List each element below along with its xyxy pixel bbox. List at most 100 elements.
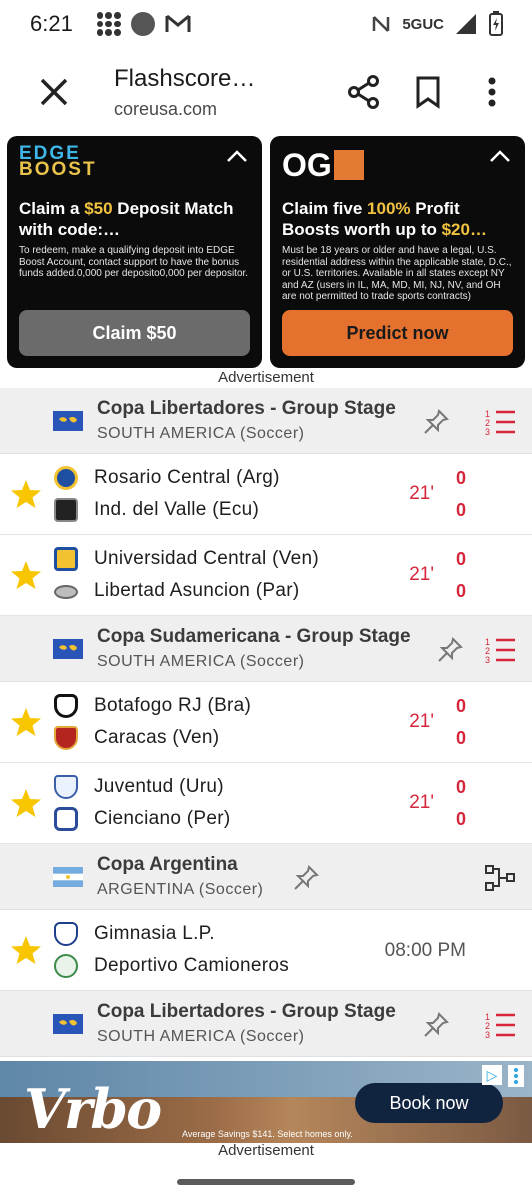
- battery-icon: [489, 11, 503, 36]
- og-chart-icon: [333, 150, 364, 180]
- status-bar: 6:21 5GUC: [0, 0, 532, 48]
- team-crest-icon: [54, 694, 78, 718]
- bookmark-button[interactable]: [406, 70, 450, 114]
- league-header[interactable]: Copa Sudamericana - Group Stage SOUTH AM…: [0, 616, 532, 682]
- favorite-star-icon[interactable]: [10, 559, 42, 591]
- home-score: 0: [455, 549, 466, 569]
- more-menu-button[interactable]: [470, 70, 514, 114]
- svg-text:3: 3: [485, 1030, 490, 1040]
- away-team: Cienciano (Per): [94, 808, 231, 829]
- away-team: Libertad Asuncion (Par): [94, 580, 300, 601]
- adchoices-icon[interactable]: ▷: [482, 1065, 502, 1085]
- og-ad[interactable]: OG Claim five 100% Profit Boosts worth u…: [270, 136, 525, 368]
- home-team: Rosario Central (Arg): [94, 467, 280, 488]
- favorite-star-icon[interactable]: [10, 478, 42, 510]
- close-icon[interactable]: [38, 76, 70, 108]
- away-team: Ind. del Valle (Ecu): [94, 499, 260, 520]
- league-header[interactable]: Copa Argentina ARGENTINA (Soccer): [0, 844, 532, 910]
- league-country: SOUTH AMERICA (Soccer): [97, 1028, 305, 1045]
- ad-fine-print: Must be 18 years or older and have a leg…: [282, 245, 512, 302]
- team-crest-icon: [54, 922, 78, 946]
- home-score: 0: [455, 696, 466, 716]
- team-crest-icon: [54, 775, 78, 799]
- og-logo: OG: [282, 146, 364, 184]
- team-crest-icon: [54, 585, 78, 599]
- standings-icon[interactable]: 123: [484, 1009, 516, 1041]
- vrbo-logo: Vrbo: [24, 1077, 162, 1141]
- home-team: Gimnasia L.P.: [94, 923, 215, 944]
- svg-text:3: 3: [485, 655, 490, 665]
- match-row[interactable]: Juventud (Uru) Cienciano (Per) 21' 0 0: [0, 763, 532, 844]
- away-score: 0: [455, 500, 466, 520]
- gmail-icon: [165, 14, 191, 32]
- league-header[interactable]: Copa Libertadores - Group Stage SOUTH AM…: [0, 388, 532, 454]
- svg-text:3: 3: [485, 427, 490, 437]
- browser-toolbar: Flashscore… coreusa.com: [0, 48, 532, 136]
- match-minute: 21': [409, 792, 434, 813]
- home-score: 0: [455, 468, 466, 488]
- nfc-icon: [373, 16, 390, 32]
- ad-fine-print: To redeem, make a qualifying deposit int…: [19, 245, 249, 279]
- edge-boost-logo: EDGE BOOST: [19, 143, 97, 180]
- south-america-flag-icon: [53, 411, 83, 431]
- page-title-block[interactable]: Flashscore… coreusa.com: [114, 65, 322, 120]
- home-team: Botafogo RJ (Bra): [94, 695, 252, 716]
- favorite-star-icon[interactable]: [10, 934, 42, 966]
- kickoff-time: 08:00 PM: [384, 940, 466, 961]
- match-row[interactable]: Universidad Central (Ven) Libertad Asunc…: [0, 535, 532, 616]
- pin-icon[interactable]: [436, 636, 464, 664]
- book-now-button[interactable]: Book now: [355, 1083, 503, 1123]
- edge-boost-ad[interactable]: EDGE BOOST Claim a $50 Deposit Match wit…: [7, 136, 262, 368]
- league-name: Copa Libertadores - Group Stage: [97, 1001, 396, 1022]
- claim-button[interactable]: Claim $50: [19, 310, 250, 356]
- away-team: Caracas (Ven): [94, 727, 220, 748]
- standings-icon[interactable]: 123: [484, 406, 516, 438]
- home-team: Juventud (Uru): [94, 776, 224, 797]
- pin-icon[interactable]: [422, 408, 450, 436]
- away-score: 0: [455, 581, 466, 601]
- home-team: Universidad Central (Ven): [94, 548, 320, 569]
- south-america-flag-icon: [53, 639, 83, 659]
- vrbo-ad[interactable]: Vrbo Book now Average Savings $141. Sele…: [0, 1061, 532, 1143]
- match-row[interactable]: Botafogo RJ (Bra) Caracas (Ven) 21' 0 0: [0, 682, 532, 763]
- match-row[interactable]: Rosario Central (Arg) Ind. del Valle (Ec…: [0, 454, 532, 535]
- away-score: 0: [455, 728, 466, 748]
- team-crest-icon: [54, 954, 78, 978]
- pin-icon[interactable]: [422, 1011, 450, 1039]
- league-country: ARGENTINA (Soccer): [97, 881, 264, 898]
- match-minute: 21': [409, 483, 434, 504]
- team-crest-icon: [54, 726, 78, 750]
- league-country: SOUTH AMERICA (Soccer): [97, 425, 305, 442]
- league-name: Copa Argentina: [97, 854, 238, 875]
- league-header[interactable]: Copa Libertadores - Group Stage SOUTH AM…: [0, 991, 532, 1057]
- ad-label: Advertisement: [218, 369, 314, 386]
- share-icon: [348, 75, 379, 109]
- bookmark-icon: [416, 76, 440, 109]
- ad-disclaimer: Average Savings $141. Select homes only.: [182, 1129, 353, 1139]
- standings-icon[interactable]: 123: [484, 634, 516, 666]
- top-ads: EDGE BOOST Claim a $50 Deposit Match wit…: [0, 136, 532, 368]
- signal-icon: [456, 14, 476, 34]
- predict-button[interactable]: Predict now: [282, 310, 513, 356]
- match-minute: 21': [409, 711, 434, 732]
- gesture-nav-bar[interactable]: [177, 1179, 355, 1185]
- more-vert-icon: [488, 77, 496, 107]
- league-name: Copa Sudamericana - Group Stage: [97, 626, 411, 647]
- favorite-star-icon[interactable]: [10, 706, 42, 738]
- share-button[interactable]: [342, 70, 386, 114]
- ad-more-icon[interactable]: [508, 1065, 524, 1087]
- away-team: Deportivo Camioneros: [94, 955, 290, 976]
- chevron-up-icon[interactable]: [226, 146, 248, 168]
- pin-icon[interactable]: [292, 864, 320, 892]
- argentina-flag-icon: [53, 867, 83, 887]
- league-country: SOUTH AMERICA (Soccer): [97, 653, 305, 670]
- bracket-icon[interactable]: [484, 862, 516, 894]
- record-icon: [130, 12, 155, 36]
- team-crest-icon: [54, 547, 78, 571]
- match-row[interactable]: Gimnasia L.P. Deportivo Camioneros 08:00…: [0, 910, 532, 991]
- team-crest-icon: [54, 807, 78, 831]
- team-crest-icon: [54, 466, 78, 490]
- status-time: 6:21: [30, 11, 73, 36]
- chevron-up-icon[interactable]: [489, 146, 511, 168]
- favorite-star-icon[interactable]: [10, 787, 42, 819]
